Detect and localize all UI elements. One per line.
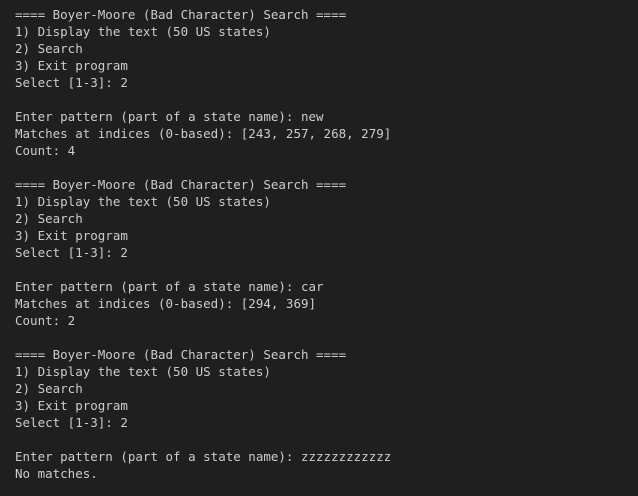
menu-option-search: 2) Search [15, 211, 83, 226]
menu-option-exit: 3) Exit program [15, 58, 128, 73]
match-count: Count: 2 [15, 313, 76, 328]
menu-option-display: 1) Display the text (50 US states) [15, 24, 271, 39]
menu-option-display: 1) Display the text (50 US states) [15, 364, 271, 379]
menu-title: ==== Boyer-Moore (Bad Character) Search … [15, 347, 347, 362]
terminal-output[interactable]: ==== Boyer-Moore (Bad Character) Search … [0, 0, 638, 496]
select-prompt: Select [1-3]: 2 [15, 415, 128, 430]
pattern-prompt: Enter pattern (part of a state name): zz… [15, 449, 392, 464]
no-matches-result: No matches. [15, 466, 98, 481]
select-prompt: Select [1-3]: 2 [15, 75, 128, 90]
menu-title: ==== Boyer-Moore (Bad Character) Search … [15, 7, 347, 22]
pattern-prompt: Enter pattern (part of a state name): ca… [15, 279, 324, 294]
menu-option-exit: 3) Exit program [15, 228, 128, 243]
matches-result: Matches at indices (0-based): [294, 369] [15, 296, 317, 311]
menu-option-search: 2) Search [15, 381, 83, 396]
menu-option-search: 2) Search [15, 41, 83, 56]
match-count: Count: 4 [15, 143, 76, 158]
menu-title: ==== Boyer-Moore (Bad Character) Search … [15, 177, 347, 192]
pattern-prompt: Enter pattern (part of a state name): ne… [15, 109, 324, 124]
menu-option-display: 1) Display the text (50 US states) [15, 194, 271, 209]
menu-option-exit: 3) Exit program [15, 398, 128, 413]
matches-result: Matches at indices (0-based): [243, 257,… [15, 126, 392, 141]
select-prompt: Select [1-3]: 2 [15, 245, 128, 260]
